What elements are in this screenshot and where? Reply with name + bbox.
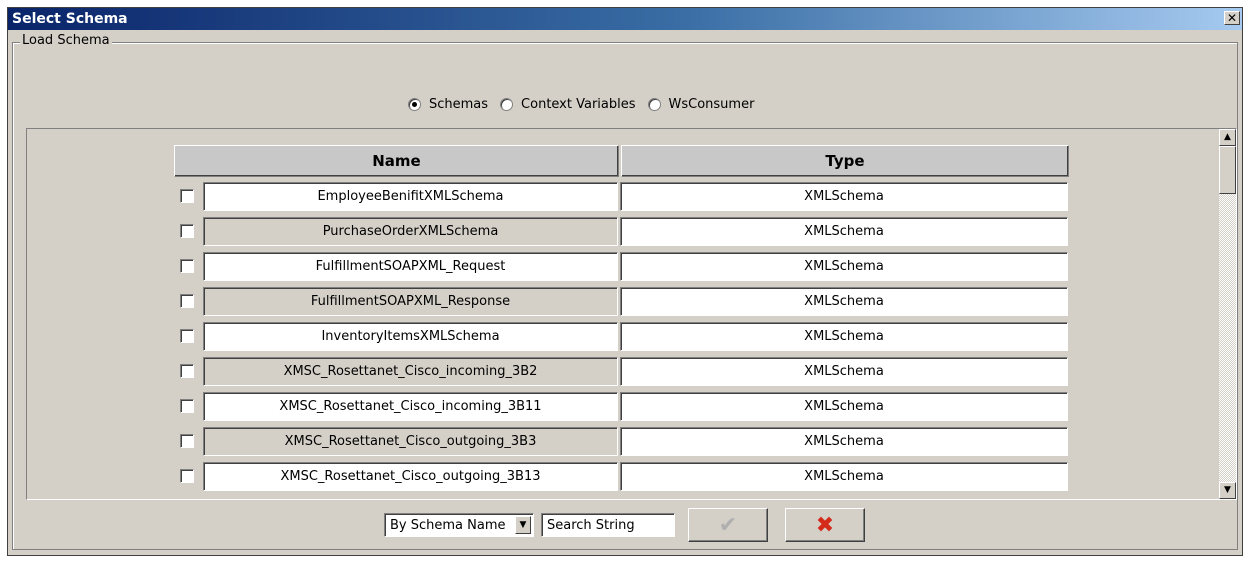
table-row[interactable]: FulfillmentSOAPXML_Request XMLSchema: [174, 250, 1074, 283]
close-button[interactable]: ✕: [1224, 11, 1240, 25]
schema-name-cell[interactable]: PurchaseOrderXMLSchema: [203, 217, 618, 246]
arrow-up-icon: ▲: [1224, 132, 1231, 142]
schema-list-panel: Name Type EmployeeBenifitXMLSchema XMLSc…: [26, 128, 1237, 500]
close-icon: ✕: [1226, 11, 1238, 25]
radio-wsconsumer-label: WsConsumer: [668, 96, 755, 112]
radio-wsconsumer-button[interactable]: [647, 97, 661, 111]
column-header-name[interactable]: Name: [174, 145, 619, 177]
apply-button[interactable]: ✔: [688, 508, 768, 542]
scroll-thumb[interactable]: [1219, 146, 1236, 194]
row-checkbox[interactable]: [180, 189, 194, 203]
row-checkbox[interactable]: [180, 224, 194, 238]
schema-type-cell[interactable]: XMLSchema: [620, 462, 1068, 491]
schema-type-cell[interactable]: XMLSchema: [620, 217, 1068, 246]
scroll-down-button[interactable]: ▼: [1219, 482, 1236, 499]
row-checkbox[interactable]: [180, 294, 194, 308]
schema-name-cell[interactable]: XMSC_Rosettanet_Cisco_incoming_3B2: [203, 357, 618, 386]
row-checkbox[interactable]: [180, 399, 194, 413]
schema-name-cell[interactable]: FulfillmentSOAPXML_Response: [203, 287, 618, 316]
schema-name-cell[interactable]: InventoryItemsXMLSchema: [203, 322, 618, 351]
chevron-down-icon[interactable]: ▼: [515, 516, 531, 534]
schema-type-cell[interactable]: XMLSchema: [620, 287, 1068, 316]
check-icon: ✔: [718, 512, 738, 538]
search-by-value: By Schema Name: [390, 518, 506, 533]
table-row[interactable]: EmployeeBenifitXMLSchema XMLSchema: [174, 180, 1074, 213]
table-row[interactable]: XMSC_Rosettanet_Cisco_incoming_3B2 XMLSc…: [174, 355, 1074, 388]
table-row[interactable]: XMSC_Rosettanet_Cisco_outgoing_3B3 XMLSc…: [174, 425, 1074, 458]
schema-type-cell[interactable]: XMLSchema: [620, 392, 1068, 421]
row-checkbox[interactable]: [180, 329, 194, 343]
table-row[interactable]: InventoryItemsXMLSchema XMLSchema: [174, 320, 1074, 353]
schema-name-cell[interactable]: XMSC_Rosettanet_Cisco_incoming_3B11: [203, 392, 618, 421]
schema-type-cell[interactable]: XMLSchema: [620, 182, 1068, 211]
schema-type-cell[interactable]: XMLSchema: [620, 252, 1068, 281]
radio-schemas-button[interactable]: [408, 97, 421, 111]
table-row[interactable]: XMSC_Rosettanet_Cisco_incoming_3B11 XMLS…: [174, 390, 1074, 423]
table-header: Name Type: [174, 145, 1069, 177]
radio-schemas-label: Schemas: [429, 96, 489, 112]
row-checkbox[interactable]: [180, 364, 194, 378]
schema-name-cell[interactable]: EmployeeBenifitXMLSchema: [203, 182, 618, 211]
schema-type-cell[interactable]: XMLSchema: [620, 357, 1068, 386]
title-bar[interactable]: Select Schema ✕: [8, 8, 1242, 30]
scroll-up-button[interactable]: ▲: [1219, 129, 1236, 146]
table-row[interactable]: PurchaseOrderXMLSchema XMLSchema: [174, 215, 1074, 248]
select-schema-dialog: Select Schema ✕ Load Schema Schemas Cont…: [7, 7, 1243, 556]
x-icon: ✖: [815, 512, 835, 538]
radio-schemas[interactable]: Schemas: [408, 97, 488, 112]
schema-type-cell[interactable]: XMLSchema: [620, 427, 1068, 456]
schema-name-cell[interactable]: XMSC_Rosettanet_Cisco_outgoing_3B13: [203, 462, 618, 491]
source-radio-group: Schemas Context Variables WsConsumer: [408, 94, 766, 114]
radio-context-variables-button[interactable]: [500, 97, 514, 111]
row-checkbox[interactable]: [180, 259, 194, 273]
row-checkbox[interactable]: [180, 434, 194, 448]
radio-context-variables[interactable]: Context Variables: [500, 96, 636, 112]
table-row[interactable]: XMSC_Rosettanet_Cisco_outgoing_3B13 XMLS…: [174, 460, 1074, 493]
row-checkbox[interactable]: [180, 469, 194, 483]
search-by-select[interactable]: By Schema Name ▼: [384, 513, 534, 537]
search-input[interactable]: [541, 513, 675, 537]
table-row[interactable]: FulfillmentSOAPXML_Response XMLSchema: [174, 285, 1074, 318]
load-schema-label: Load Schema: [20, 33, 112, 48]
schema-name-cell[interactable]: FulfillmentSOAPXML_Request: [203, 252, 618, 281]
column-header-type[interactable]: Type: [621, 145, 1069, 177]
radio-wsconsumer[interactable]: WsConsumer: [647, 96, 755, 112]
vertical-scrollbar[interactable]: ▲ ▼: [1219, 129, 1236, 499]
dialog-title: Select Schema: [12, 11, 128, 27]
schema-type-cell[interactable]: XMLSchema: [620, 322, 1068, 351]
radio-context-variables-label: Context Variables: [521, 96, 636, 112]
arrow-down-icon: ▼: [1224, 485, 1231, 495]
schema-name-cell[interactable]: XMSC_Rosettanet_Cisco_outgoing_3B3: [203, 427, 618, 456]
cancel-button[interactable]: ✖: [785, 508, 865, 542]
